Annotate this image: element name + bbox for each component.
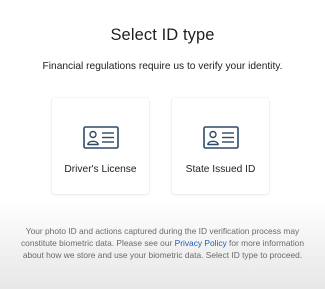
drivers-license-option[interactable]: Driver's License xyxy=(52,98,149,194)
state-issued-id-option[interactable]: State Issued ID xyxy=(172,98,269,194)
page-subtitle: Financial regulations require us to veri… xyxy=(42,61,283,72)
id-card-icon xyxy=(202,126,239,149)
drivers-license-label: Driver's License xyxy=(64,164,137,175)
biometric-notice: Your photo ID and actions captured durin… xyxy=(14,225,311,262)
select-id-type-page: Select ID type Financial regulations req… xyxy=(0,0,325,289)
state-issued-id-label: State Issued ID xyxy=(185,164,256,175)
page-title: Select ID type xyxy=(110,26,215,44)
privacy-policy-link[interactable]: Privacy Policy xyxy=(175,238,227,248)
id-card-icon xyxy=(82,126,119,149)
